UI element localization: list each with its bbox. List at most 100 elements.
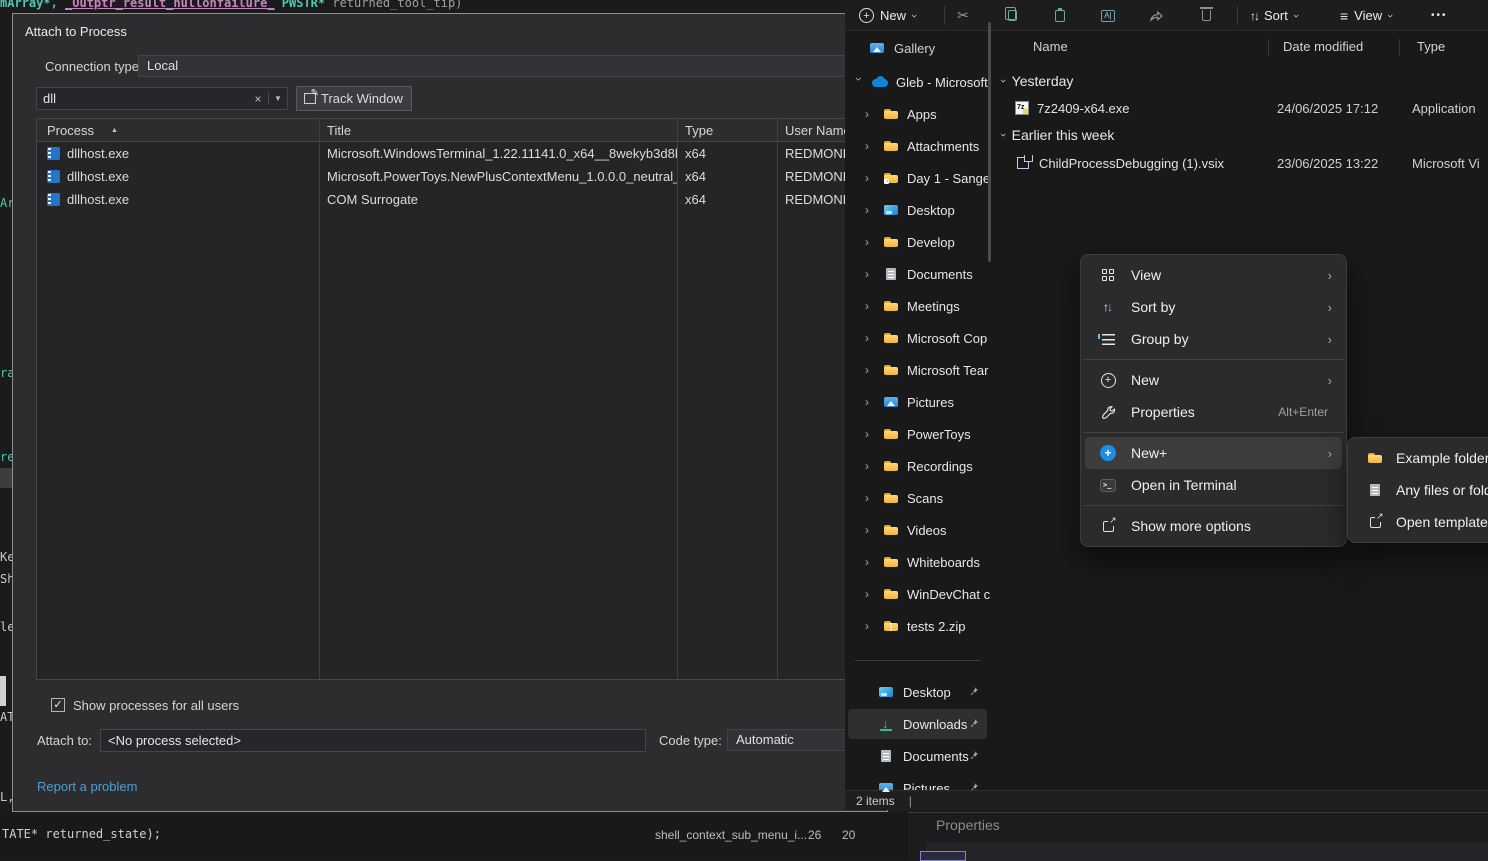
process-filter-input[interactable]: dll × ▼ <box>36 87 288 110</box>
7zip-file-icon <box>1015 101 1029 115</box>
show-all-users-checkbox[interactable]: ✓ <box>51 698 65 712</box>
paste-button[interactable] <box>1045 4 1075 27</box>
sidebar-label: Documents <box>903 749 969 764</box>
sidebar-item-pictures[interactable]: ›Pictures <box>845 386 990 418</box>
chevron-right-icon[interactable]: › <box>865 235 875 249</box>
sort-button[interactable]: ↑↓ Sort › <box>1244 3 1304 28</box>
file-row[interactable]: ChildProcessDebugging (1).vsix 23/06/202… <box>1015 151 1488 175</box>
panel-file-name: shell_context_sub_menu_i... <box>655 828 807 842</box>
chevron-right-icon[interactable]: › <box>865 555 875 569</box>
share-icon <box>1149 9 1164 22</box>
sidebar-item-desktop-pinned[interactable]: Desktop <box>848 677 987 707</box>
table-row[interactable]: dllhost.exe Microsoft.WindowsTerminal_1.… <box>37 142 926 165</box>
chevron-right-icon[interactable]: › <box>865 267 875 281</box>
chevron-right-icon[interactable]: › <box>865 299 875 313</box>
column-header-type[interactable]: Type <box>677 123 777 138</box>
editor-scrollbar-fragment <box>0 676 6 706</box>
chevron-down-icon[interactable]: › <box>852 77 866 87</box>
folder-icon <box>883 522 899 538</box>
chevron-right-icon[interactable]: › <box>865 587 875 601</box>
view-button[interactable]: ≡ View › <box>1334 3 1398 28</box>
chevron-right-icon[interactable]: › <box>865 395 875 409</box>
menu-item-sort-by[interactable]: ↑↓ Sort by › <box>1085 291 1342 323</box>
chevron-right-icon[interactable]: › <box>865 107 875 121</box>
menu-item-new[interactable]: + New › <box>1085 364 1342 396</box>
folder-icon <box>883 298 899 314</box>
see-more-button[interactable]: ••• <box>1425 3 1454 28</box>
copy-button[interactable] <box>997 4 1027 27</box>
sidebar-item-day1[interactable]: ›↗Day 1 - Sangee <box>845 162 990 194</box>
chevron-right-icon[interactable]: › <box>865 523 875 537</box>
sidebar-item-meetings[interactable]: ›Meetings <box>845 290 990 322</box>
code-token: PWSTR* <box>275 0 326 10</box>
sidebar-item-tests-zip[interactable]: ›tests 2.zip <box>845 610 990 642</box>
column-header-type[interactable]: Type <box>1417 39 1445 54</box>
submenu-item-open-templates[interactable]: Open templates <box>1352 506 1488 538</box>
track-window-icon <box>304 93 316 104</box>
column-header-name[interactable]: Name <box>1033 39 1068 54</box>
chevron-right-icon[interactable]: › <box>865 491 875 505</box>
vsix-file-icon <box>1017 157 1029 169</box>
report-a-problem-link[interactable]: Report a problem <box>37 779 137 794</box>
sidebar-item-recordings[interactable]: ›Recordings <box>845 450 990 482</box>
sidebar-item-microsoft-teams[interactable]: ›Microsoft Tear <box>845 354 990 386</box>
sidebar-item-downloads-pinned[interactable]: Downloads <box>848 709 987 739</box>
menu-item-view[interactable]: View › <box>1085 259 1342 291</box>
chevron-right-icon[interactable]: › <box>865 171 875 185</box>
sidebar-item-documents[interactable]: ›Documents <box>845 258 990 290</box>
sidebar-item-desktop[interactable]: ›Desktop <box>845 194 990 226</box>
share-button[interactable] <box>1141 4 1171 27</box>
pictures-icon <box>883 394 899 410</box>
sidebar-item-gallery[interactable]: Gallery <box>855 35 980 61</box>
column-header-title[interactable]: Title <box>319 123 677 138</box>
sidebar-item-microsoft-copilot[interactable]: ›Microsoft Cop <box>845 322 990 354</box>
delete-button[interactable] <box>1191 4 1221 27</box>
chevron-right-icon[interactable]: › <box>865 203 875 217</box>
file-row[interactable]: 7z2409-x64.exe 24/06/2025 17:12 Applicat… <box>1015 96 1488 120</box>
attach-to-field[interactable]: <No process selected> <box>100 729 646 752</box>
group-header-earlier[interactable]: › Earlier this week <box>1001 124 1114 146</box>
track-window-button[interactable]: Track Window <box>296 86 412 111</box>
sidebar-item-attachments[interactable]: ›Attachments <box>845 130 990 162</box>
clear-filter-icon[interactable]: × <box>248 92 268 106</box>
menu-item-group-by[interactable]: Group by › <box>1085 323 1342 355</box>
table-row[interactable]: dllhost.exe Microsoft.PowerToys.NewPlusC… <box>37 165 926 188</box>
column-divider[interactable] <box>1268 39 1269 56</box>
connection-type-select[interactable]: Local <box>138 55 873 77</box>
menu-item-open-in-terminal[interactable]: >_ Open in Terminal <box>1085 469 1342 501</box>
new-button[interactable]: + New › <box>853 3 922 28</box>
table-row[interactable]: dllhost.exe COM Surrogate x64 REDMOND <box>37 188 926 211</box>
sidebar-item-videos[interactable]: ›Videos <box>845 514 990 546</box>
submenu-item-any-files[interactable]: Any files or folde <box>1352 474 1488 506</box>
rename-button[interactable]: A| <box>1093 4 1123 27</box>
wrench-icon <box>1101 405 1116 420</box>
filter-dropdown-icon[interactable]: ▼ <box>269 94 287 103</box>
process-type: x64 <box>677 146 777 161</box>
sidebar-item-apps[interactable]: ›Apps <box>845 98 990 130</box>
group-header-yesterday[interactable]: › Yesterday <box>1001 70 1073 92</box>
menu-item-new-plus[interactable]: + New+ › <box>1085 437 1342 469</box>
chevron-right-icon[interactable]: › <box>865 139 875 153</box>
menu-item-properties[interactable]: Properties Alt+Enter <box>1085 396 1342 428</box>
dialog-title: Attach to Process <box>25 24 127 39</box>
sidebar-item-documents-pinned[interactable]: Documents <box>848 741 987 771</box>
ellipsis-icon: ••• <box>1431 10 1448 21</box>
chevron-right-icon[interactable]: › <box>865 459 875 473</box>
menu-item-show-more-options[interactable]: Show more options <box>1085 510 1342 542</box>
sidebar-item-whiteboards[interactable]: ›Whiteboards <box>845 546 990 578</box>
sidebar-item-powertoys[interactable]: ›PowerToys <box>845 418 990 450</box>
sidebar-item-onedrive[interactable]: › Gleb - Microsoft <box>845 66 990 98</box>
chevron-right-icon[interactable]: › <box>865 331 875 345</box>
sidebar-item-develop[interactable]: ›Develop <box>845 226 990 258</box>
sidebar-item-windevchat[interactable]: ›WinDevChat c <box>845 578 990 610</box>
chevron-right-icon[interactable]: › <box>865 427 875 441</box>
sidebar-item-scans[interactable]: ›Scans <box>845 482 990 514</box>
chevron-right-icon[interactable]: › <box>865 619 875 633</box>
submenu-item-example-folder[interactable]: Example folder <box>1352 442 1488 474</box>
sidebar-scrollbar[interactable] <box>988 22 991 262</box>
column-divider[interactable] <box>1399 39 1400 56</box>
chevron-right-icon[interactable]: › <box>865 363 875 377</box>
cut-button[interactable]: ✂ <box>948 4 978 27</box>
column-header-date[interactable]: Date modified <box>1283 39 1363 54</box>
column-header-process[interactable]: Process▲ <box>37 123 319 138</box>
